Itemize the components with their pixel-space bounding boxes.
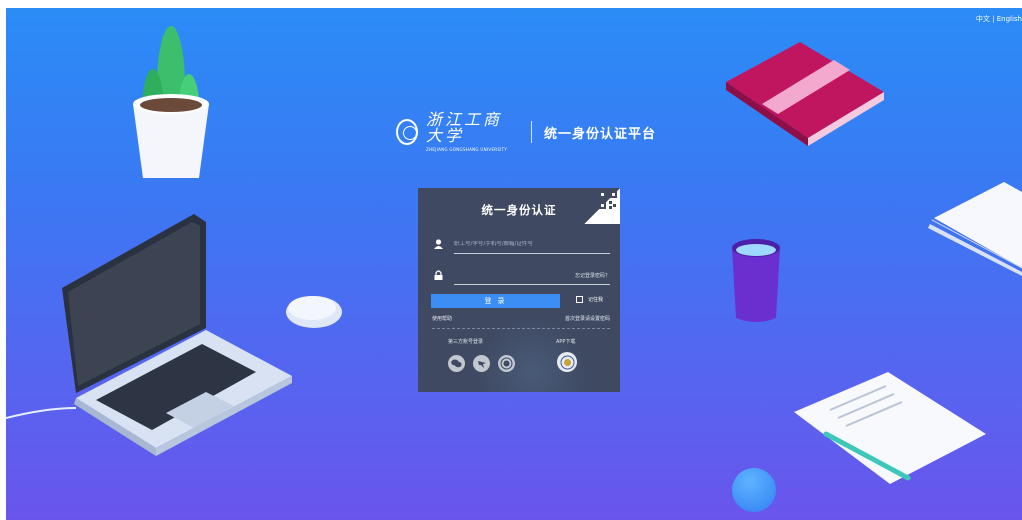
brand-divider xyxy=(531,121,532,143)
password-underline xyxy=(454,284,610,285)
university-name-cn: 浙江工商大学 xyxy=(425,110,502,145)
dingtalk-login-button[interactable] xyxy=(473,355,490,372)
wechat-login-button[interactable] xyxy=(448,355,465,372)
username-input[interactable] xyxy=(454,241,610,247)
lock-icon xyxy=(432,269,444,281)
cup-illustration xyxy=(732,239,780,322)
university-seal-icon xyxy=(500,357,513,370)
language-switch: 中文 | English xyxy=(976,14,1022,24)
book-illustration xyxy=(726,42,884,146)
first-login-link[interactable]: 首次登录请设置密码 xyxy=(565,315,610,322)
login-card: 统一身份认证 忘记登录密码？ 登 录 记住我 使用帮助 首次登录请设置密码 xyxy=(418,188,620,392)
university-name-block: 浙江工商大学 ZHEJIANG GONGSHANG UNIVERSITY xyxy=(425,110,519,153)
help-link[interactable]: 使用帮助 xyxy=(432,315,452,322)
lang-separator: | xyxy=(989,15,997,23)
mouse-illustration xyxy=(286,296,342,328)
password-input[interactable] xyxy=(454,272,575,278)
plant-pot-illustration xyxy=(133,26,209,178)
login-button[interactable]: 登 录 xyxy=(431,294,560,308)
help-links: 使用帮助 首次登录请设置密码 xyxy=(432,315,610,322)
user-icon xyxy=(432,238,444,250)
decorative-orb xyxy=(732,468,776,512)
laptop-illustration xyxy=(6,214,292,456)
wechat-icon xyxy=(451,359,462,368)
app-download-button[interactable] xyxy=(557,352,577,372)
remember-me[interactable]: 记住我 xyxy=(576,296,603,303)
password-row: 忘记登录密码？ xyxy=(432,267,610,285)
lang-english-link[interactable]: English xyxy=(997,15,1022,23)
papers-illustration xyxy=(928,182,1022,276)
third-party-label: 第三方账号登录 xyxy=(448,339,484,345)
login-background: 中文 | English 浙江工商大学 ZHEJIANG GONGSHANG U… xyxy=(6,8,1022,520)
remember-me-checkbox[interactable] xyxy=(576,296,583,303)
notepad-pencil-illustration xyxy=(794,372,986,484)
app-download-icon xyxy=(560,355,574,369)
forgot-password-link[interactable]: 忘记登录密码？ xyxy=(575,272,610,279)
login-title: 统一身份认证 xyxy=(481,203,557,217)
lang-chinese-link[interactable]: 中文 xyxy=(976,15,990,23)
university-name-en: ZHEJIANG GONGSHANG UNIVERSITY xyxy=(425,147,508,152)
university-brand: 浙江工商大学 ZHEJIANG GONGSHANG UNIVERSITY 统一身… xyxy=(396,110,656,153)
university-seal-login-button[interactable] xyxy=(498,355,515,372)
platform-title: 统一身份认证平台 xyxy=(543,126,656,142)
username-underline xyxy=(454,253,610,254)
links-divider xyxy=(432,328,610,329)
university-seal-icon xyxy=(396,119,418,145)
dingtalk-icon xyxy=(477,360,486,368)
remember-me-label: 记住我 xyxy=(588,297,604,303)
app-download-label: APP下载 xyxy=(556,339,576,345)
username-row xyxy=(432,236,610,254)
